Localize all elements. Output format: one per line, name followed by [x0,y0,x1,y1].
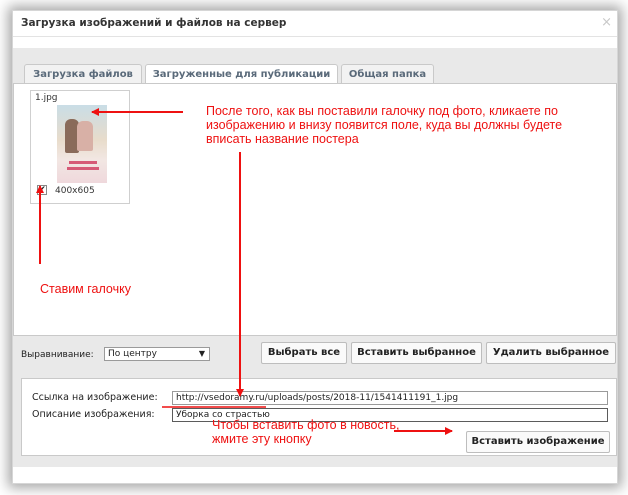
annotation-arrows [36,108,453,435]
